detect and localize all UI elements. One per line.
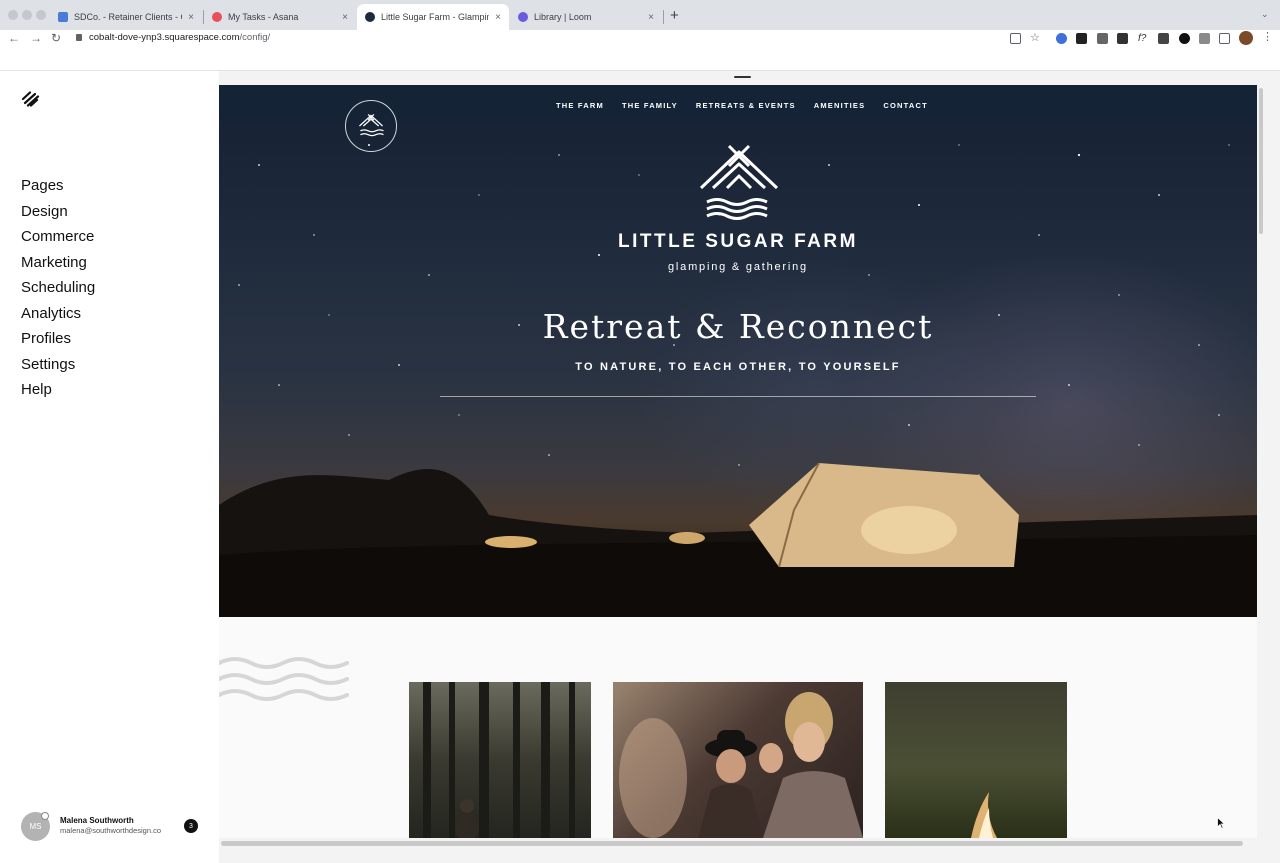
browser-tab[interactable]: Library | Loom × — [510, 4, 662, 30]
tab-title: Library | Loom — [534, 12, 592, 22]
site-nav-the-farm[interactable]: THE FARM — [556, 101, 604, 110]
squarespace-logo-icon[interactable] — [21, 91, 40, 107]
tab-title: SDCo. - Retainer Clients - Goo — [74, 12, 182, 22]
bookmark-star-icon[interactable]: ☆ — [1030, 33, 1041, 44]
site-nav-amenities[interactable]: AMENITIES — [814, 101, 866, 110]
squarespace-sidebar: Pages Design Commerce Marketing Scheduli… — [0, 71, 219, 863]
waves-icon — [219, 657, 349, 701]
site-nav-retreats-events[interactable]: RETREATS & EVENTS — [696, 101, 796, 110]
menu-item-analytics[interactable]: Analytics — [21, 301, 95, 327]
window-minimize-dot[interactable] — [22, 10, 32, 20]
extension-icon[interactable] — [1076, 33, 1087, 44]
menu-item-settings[interactable]: Settings — [21, 352, 95, 378]
reload-icon[interactable]: ↻ — [51, 31, 61, 45]
extension-icon[interactable] — [1056, 33, 1067, 44]
preview-drag-handle[interactable] — [734, 76, 751, 78]
menu-item-profiles[interactable]: Profiles — [21, 326, 95, 352]
site-nav-links: THE FARM THE FAMILY RETREATS & EVENTS AM… — [556, 101, 946, 110]
tab-search-icon[interactable]: ⌄ — [1261, 9, 1269, 20]
gallery-section — [219, 617, 1257, 838]
brand-tagline: glamping & gathering — [668, 261, 808, 273]
url-path: /config/ — [239, 32, 271, 43]
tab-close-icon[interactable]: × — [342, 12, 348, 23]
more-menu-icon[interactable]: ⋮ — [1262, 30, 1273, 43]
window-zoom-dot[interactable] — [36, 10, 46, 20]
new-tab-button[interactable]: + — [670, 7, 679, 24]
tab-title: Little Sugar Farm - Glamping & — [381, 12, 490, 22]
share-icon[interactable] — [1010, 33, 1021, 44]
site-preview[interactable]: THE FARM THE FAMILY RETREATS & EVENTS AM… — [219, 85, 1257, 838]
url-field[interactable]: cobalt-dove-ynp3.squarespace.com/config/ — [76, 32, 270, 43]
menu-item-commerce[interactable]: Commerce — [21, 224, 95, 250]
browser-tab[interactable]: SDCo. - Retainer Clients - Goo × — [50, 4, 202, 30]
back-arrow-icon[interactable]: ← — [8, 31, 20, 45]
video-extension-icon[interactable] — [1158, 33, 1169, 44]
menu-item-scheduling[interactable]: Scheduling — [21, 275, 95, 301]
loom-icon — [518, 12, 528, 22]
hero-subheadline: TO NATURE, TO EACH OTHER, TO YOURSELF — [575, 361, 901, 373]
user-name: Malena Southworth — [60, 816, 134, 825]
grid-extension-icon[interactable] — [1117, 33, 1128, 44]
brand-name: LITTLE SUGAR FARM — [618, 231, 858, 252]
camera-extension-icon[interactable] — [1097, 33, 1108, 44]
puzzle-extensions-icon[interactable] — [1199, 33, 1210, 44]
mouse-cursor-icon — [1217, 817, 1225, 829]
friends-photo[interactable] — [613, 682, 863, 838]
notification-count-badge[interactable]: 3 — [184, 819, 198, 833]
lock-icon — [76, 34, 82, 41]
window-close-dot[interactable] — [8, 10, 18, 20]
user-email: malena@southworthdesign.co — [60, 826, 162, 835]
site-nav-the-family[interactable]: THE FAMILY — [622, 101, 678, 110]
url-host: cobalt-dove-ynp3.squarespace.com — [89, 32, 240, 43]
tab-title: My Tasks - Asana — [228, 12, 299, 22]
menu-item-marketing[interactable]: Marketing — [21, 250, 95, 276]
preview-horizontal-scrollbar[interactable] — [221, 841, 1243, 846]
main-menu: Pages Design Commerce Marketing Scheduli… — [21, 173, 95, 403]
tab-close-icon[interactable]: × — [648, 12, 654, 23]
profile-avatar[interactable] — [1239, 31, 1253, 45]
menu-item-help[interactable]: Help — [21, 377, 95, 403]
site-nav-contact[interactable]: CONTACT — [883, 101, 928, 110]
address-bar: ← → ↻ cobalt-dove-ynp3.squarespace.com/c… — [0, 30, 1280, 48]
hero-headline: Retreat & Reconnect — [542, 307, 934, 346]
extension-icon[interactable] — [1179, 33, 1190, 44]
divider — [440, 396, 1036, 397]
settings-badge-icon — [41, 812, 49, 820]
forest-photo[interactable] — [409, 682, 591, 838]
menu-item-pages[interactable]: Pages — [21, 173, 95, 199]
farm-badge-icon[interactable] — [345, 100, 397, 152]
browser-tab[interactable]: My Tasks - Asana × — [204, 4, 356, 30]
side-panel-icon[interactable] — [1219, 33, 1230, 44]
font-extension-icon[interactable]: f? — [1138, 33, 1149, 44]
google-sheets-icon — [58, 12, 68, 22]
tent-logo-icon — [699, 144, 779, 220]
preview-vertical-scrollbar[interactable] — [1259, 88, 1263, 234]
hero-section: THE FARM THE FAMILY RETREATS & EVENTS AM… — [219, 85, 1257, 617]
tab-close-icon[interactable]: × — [188, 12, 194, 23]
site-favicon-icon — [365, 12, 375, 22]
account-menu[interactable]: MS Malena Southworth malena@southworthde… — [21, 812, 211, 842]
browser-tab-active[interactable]: Little Sugar Farm - Glamping & × — [357, 4, 509, 30]
menu-item-design[interactable]: Design — [21, 199, 95, 225]
forward-arrow-icon[interactable]: → — [30, 31, 42, 45]
tab-close-icon[interactable]: × — [495, 12, 501, 23]
asana-icon — [212, 12, 222, 22]
browser-tab-bar: SDCo. - Retainer Clients - Goo × My Task… — [0, 0, 1280, 30]
campfire-photo[interactable] — [885, 682, 1067, 838]
